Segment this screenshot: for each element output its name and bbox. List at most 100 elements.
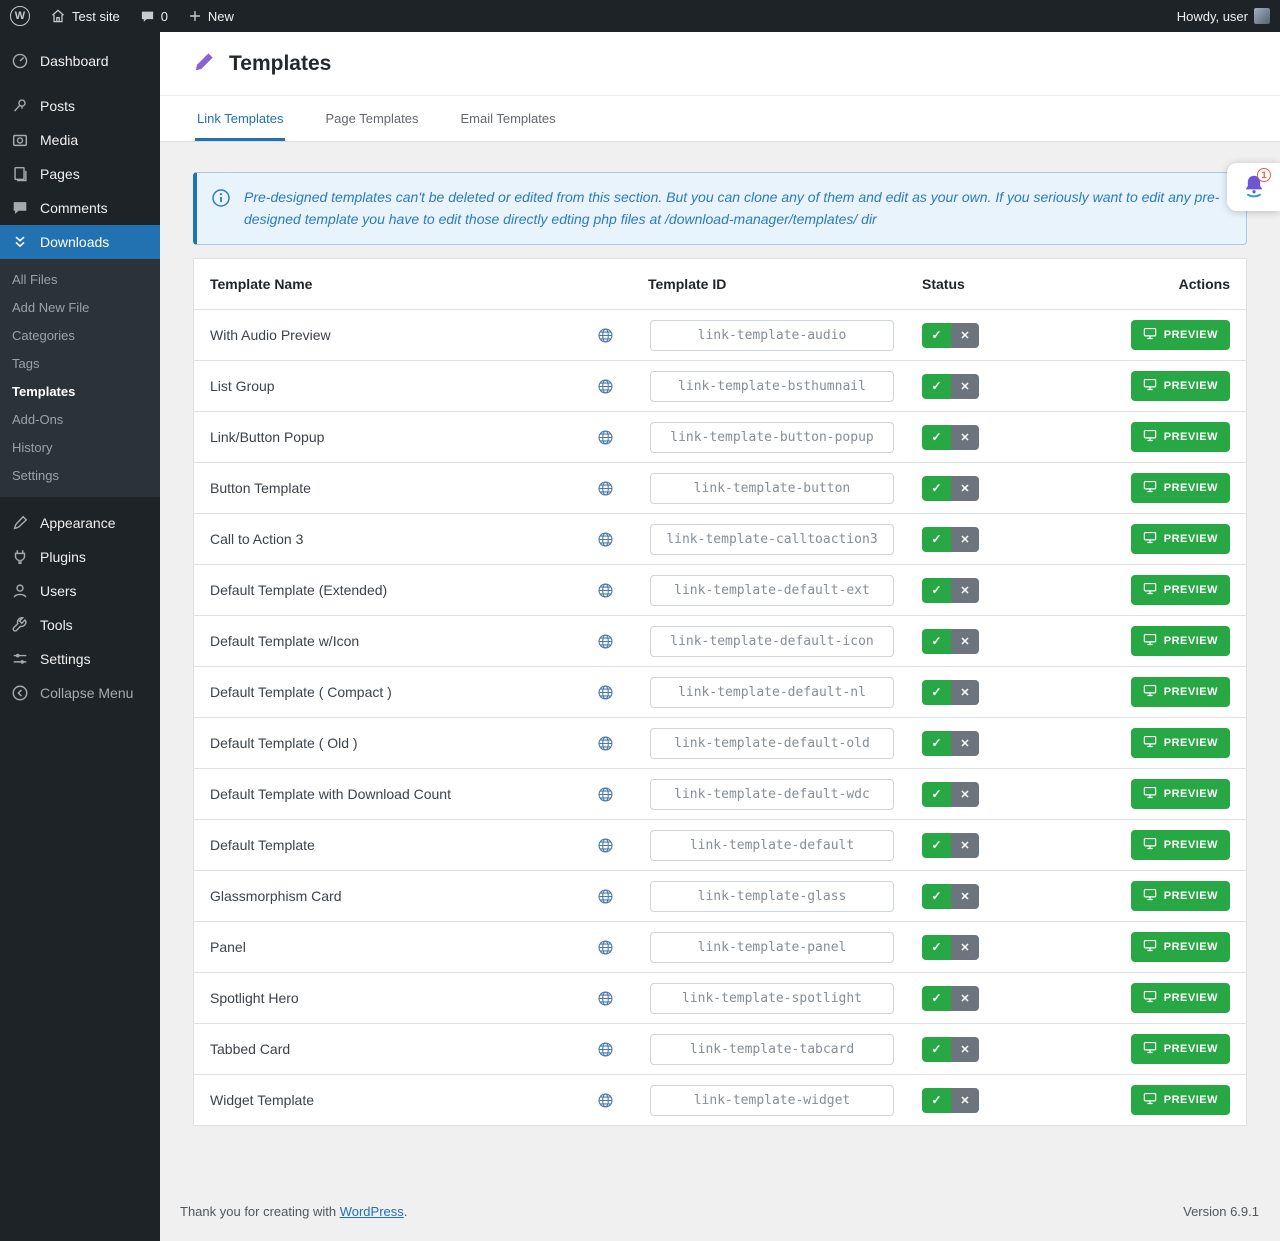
preview-button[interactable]: PREVIEW [1131,320,1230,350]
sidebar-item-comments[interactable]: Comments [0,191,160,225]
template-id-input[interactable] [650,779,894,810]
sidebar-item-dashboard[interactable]: Dashboard [0,44,160,78]
status-inactive-button[interactable]: ✕ [951,323,979,348]
submenu-item-settings[interactable]: Settings [0,461,160,489]
template-id-input[interactable] [650,575,894,606]
preview-button[interactable]: PREVIEW [1131,422,1230,452]
status-inactive-button[interactable]: ✕ [951,935,979,960]
preview-button[interactable]: PREVIEW [1131,932,1230,962]
template-id-input[interactable] [650,1085,894,1116]
status-active-button[interactable]: ✓ [922,425,951,450]
preview-button[interactable]: PREVIEW [1131,983,1230,1013]
submenu-item-history[interactable]: History [0,433,160,461]
globe-icon[interactable] [597,582,614,599]
preview-button[interactable]: PREVIEW [1131,371,1230,401]
preview-button[interactable]: PREVIEW [1131,677,1230,707]
status-inactive-button[interactable]: ✕ [951,782,979,807]
sidebar-item-media[interactable]: Media [0,123,160,157]
preview-button[interactable]: PREVIEW [1131,830,1230,860]
submenu-item-tags[interactable]: Tags [0,349,160,377]
tab-link-templates[interactable]: Link Templates [195,96,285,141]
status-inactive-button[interactable]: ✕ [951,425,979,450]
template-id-input[interactable] [650,473,894,504]
template-id-input[interactable] [650,881,894,912]
template-id-input[interactable] [650,983,894,1014]
preview-button[interactable]: PREVIEW [1131,1085,1230,1115]
tab-email-templates[interactable]: Email Templates [458,96,557,141]
preview-button[interactable]: PREVIEW [1131,728,1230,758]
sidebar-item-pages[interactable]: Pages [0,157,160,191]
status-inactive-button[interactable]: ✕ [951,884,979,909]
sidebar-item-settings[interactable]: Settings [0,642,160,676]
status-active-button[interactable]: ✓ [922,1037,951,1062]
comments-bubble[interactable]: 0 [130,0,178,32]
submenu-item-templates[interactable]: Templates [0,377,160,405]
status-active-button[interactable]: ✓ [922,629,951,654]
status-active-button[interactable]: ✓ [922,323,951,348]
template-id-input[interactable] [650,932,894,963]
preview-button[interactable]: PREVIEW [1131,473,1230,503]
submenu-item-all-files[interactable]: All Files [0,265,160,293]
preview-button[interactable]: PREVIEW [1131,779,1230,809]
sidebar-item-tools[interactable]: Tools [0,608,160,642]
globe-icon[interactable] [597,1041,614,1058]
sidebar-item-users[interactable]: Users [0,574,160,608]
status-active-button[interactable]: ✓ [922,782,951,807]
sidebar-item-appearance[interactable]: Appearance [0,506,160,540]
globe-icon[interactable] [597,327,614,344]
status-inactive-button[interactable]: ✕ [951,476,979,501]
globe-icon[interactable] [597,990,614,1007]
wordpress-link[interactable]: WordPress [340,1204,404,1219]
globe-icon[interactable] [597,786,614,803]
howdy-user-menu[interactable]: Howdy, user [1167,0,1280,32]
status-inactive-button[interactable]: ✕ [951,578,979,603]
notification-widget[interactable]: 1 [1227,163,1280,211]
template-id-input[interactable] [650,320,894,351]
preview-button[interactable]: PREVIEW [1131,881,1230,911]
tab-page-templates[interactable]: Page Templates [323,96,420,141]
status-active-button[interactable]: ✓ [922,986,951,1011]
globe-icon[interactable] [597,837,614,854]
status-active-button[interactable]: ✓ [922,884,951,909]
status-active-button[interactable]: ✓ [922,476,951,501]
status-inactive-button[interactable]: ✕ [951,1088,979,1113]
globe-icon[interactable] [597,429,614,446]
status-inactive-button[interactable]: ✕ [951,629,979,654]
submenu-item-add-ons[interactable]: Add-Ons [0,405,160,433]
template-id-input[interactable] [650,1034,894,1065]
status-inactive-button[interactable]: ✕ [951,527,979,552]
globe-icon[interactable] [597,480,614,497]
sidebar-item-downloads[interactable]: Downloads [0,225,160,259]
globe-icon[interactable] [597,939,614,956]
globe-icon[interactable] [597,378,614,395]
status-inactive-button[interactable]: ✕ [951,731,979,756]
globe-icon[interactable] [597,888,614,905]
sidebar-item-collapse-menu[interactable]: Collapse Menu [0,676,160,710]
template-id-input[interactable] [650,371,894,402]
globe-icon[interactable] [597,633,614,650]
status-inactive-button[interactable]: ✕ [951,374,979,399]
status-active-button[interactable]: ✓ [922,374,951,399]
status-active-button[interactable]: ✓ [922,1088,951,1113]
new-content-menu[interactable]: New [178,0,244,32]
submenu-item-categories[interactable]: Categories [0,321,160,349]
template-id-input[interactable] [650,422,894,453]
site-name-link[interactable]: Test site [40,0,130,32]
template-id-input[interactable] [650,677,894,708]
template-id-input[interactable] [650,524,894,555]
status-active-button[interactable]: ✓ [922,731,951,756]
preview-button[interactable]: PREVIEW [1131,524,1230,554]
globe-icon[interactable] [597,1092,614,1109]
status-inactive-button[interactable]: ✕ [951,986,979,1011]
template-id-input[interactable] [650,728,894,759]
status-active-button[interactable]: ✓ [922,578,951,603]
preview-button[interactable]: PREVIEW [1131,626,1230,656]
wordpress-logo-menu[interactable]: W [0,0,40,32]
preview-button[interactable]: PREVIEW [1131,1034,1230,1064]
preview-button[interactable]: PREVIEW [1131,575,1230,605]
submenu-item-add-new-file[interactable]: Add New File [0,293,160,321]
template-id-input[interactable] [650,626,894,657]
status-inactive-button[interactable]: ✕ [951,1037,979,1062]
template-id-input[interactable] [650,830,894,861]
status-active-button[interactable]: ✓ [922,935,951,960]
